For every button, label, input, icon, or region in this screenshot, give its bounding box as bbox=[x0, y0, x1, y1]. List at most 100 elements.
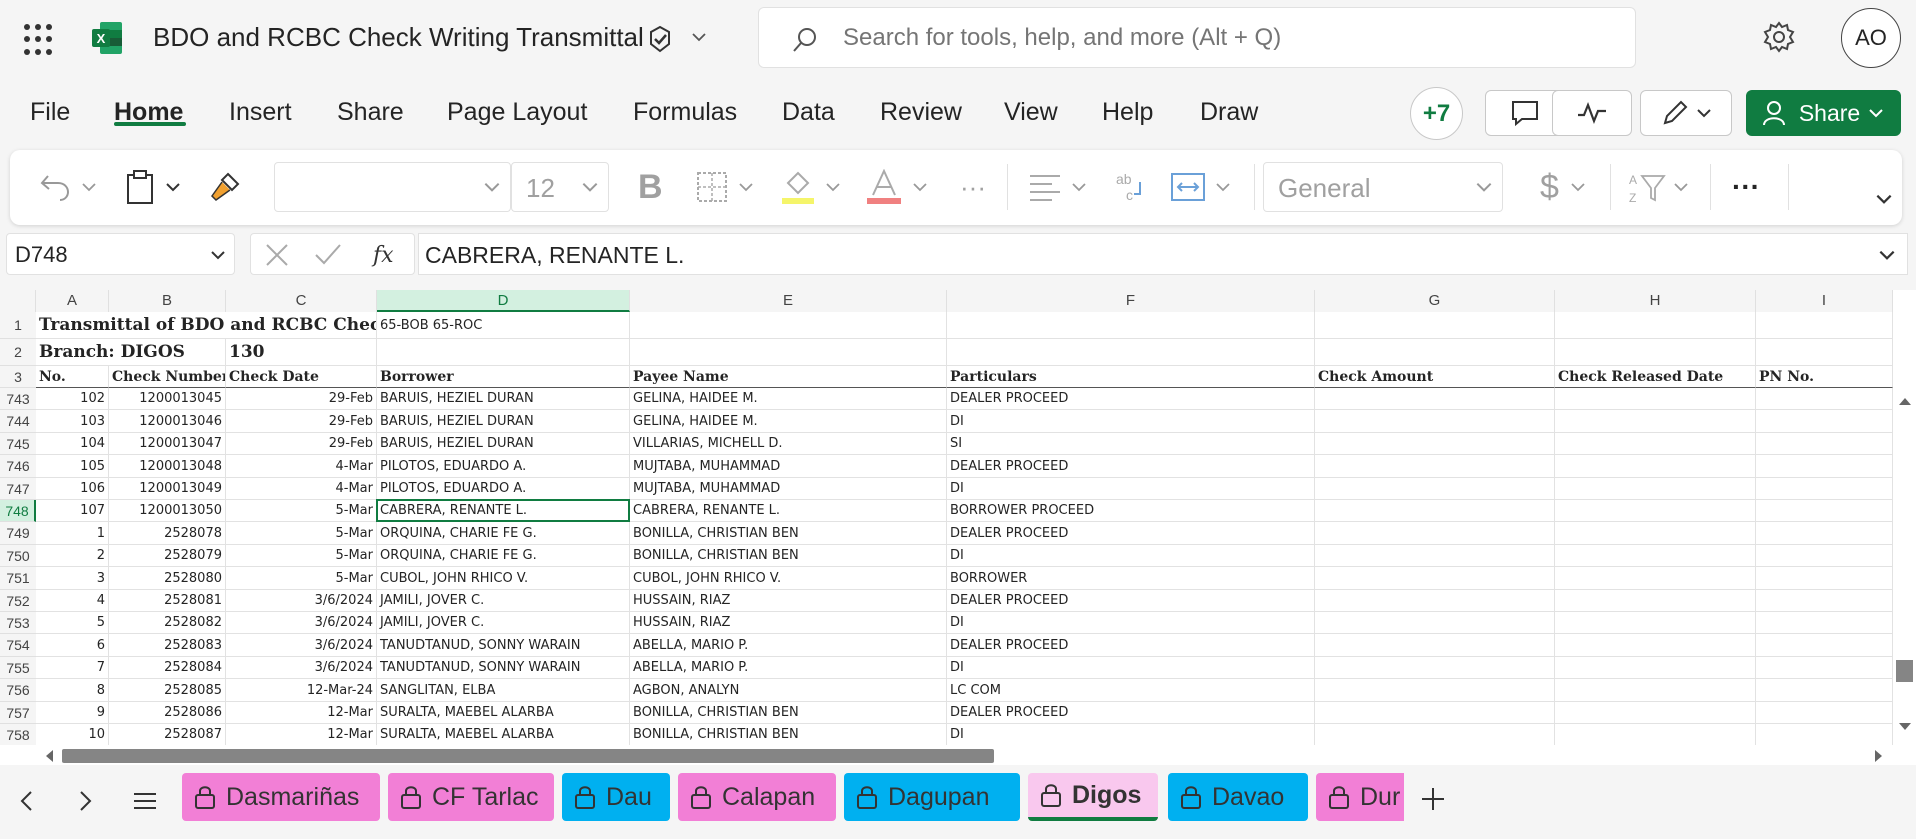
check-amount-cell[interactable] bbox=[1315, 410, 1555, 433]
particulars-cell[interactable]: DEALER PROCEED bbox=[947, 590, 1315, 612]
borrower-cell[interactable]: TANUDTANUD, SONNY WARAIN bbox=[377, 657, 630, 679]
column-header[interactable]: F bbox=[947, 290, 1315, 312]
search-input[interactable] bbox=[843, 22, 1603, 54]
released-date-cell[interactable] bbox=[1555, 590, 1756, 612]
check-date-cell[interactable]: 5-Mar bbox=[226, 522, 377, 545]
borrower-cell[interactable]: PILOTOS, EDUARDO A. bbox=[377, 455, 630, 478]
column-header[interactable]: G bbox=[1315, 290, 1555, 312]
scroll-right-icon[interactable] bbox=[1874, 749, 1884, 763]
tab-share[interactable]: Share bbox=[337, 98, 404, 127]
payee-cell[interactable]: BONILLA, CHRISTIAN BEN bbox=[630, 724, 947, 746]
check-number-cell[interactable]: 2528078 bbox=[109, 522, 226, 545]
pn-no-cell[interactable] bbox=[1756, 567, 1893, 590]
payee-cell[interactable]: MUJTABA, MUHAMMAD bbox=[630, 455, 947, 478]
format-painter-button[interactable] bbox=[208, 164, 242, 210]
borrower-cell[interactable]: SURALTA, MAEBEL ALARBA bbox=[377, 702, 630, 724]
row-header[interactable]: 751 bbox=[0, 567, 36, 590]
name-box[interactable]: D748 bbox=[6, 233, 235, 275]
payee-cell[interactable]: ABELLA, MARIO P. bbox=[630, 634, 947, 657]
branch-code-cell[interactable]: 130 bbox=[226, 339, 377, 366]
borrower-cell[interactable]: CUBOL, JOHN RHICO V. bbox=[377, 567, 630, 590]
particulars-cell[interactable]: DI bbox=[947, 545, 1315, 567]
row-header[interactable]: 3 bbox=[0, 366, 36, 388]
pn-no-cell[interactable] bbox=[1756, 679, 1893, 702]
check-amount-cell[interactable] bbox=[1315, 433, 1555, 455]
settings-gear-icon[interactable] bbox=[1762, 20, 1796, 54]
tab-file[interactable]: File bbox=[30, 98, 70, 127]
app-launcher-icon[interactable] bbox=[24, 24, 56, 56]
pn-no-cell[interactable] bbox=[1756, 702, 1893, 724]
released-date-cell[interactable] bbox=[1555, 410, 1756, 433]
empty-cell[interactable] bbox=[1315, 339, 1555, 366]
chevron-right-icon[interactable] bbox=[72, 788, 98, 814]
check-number-cell[interactable]: 2528087 bbox=[109, 724, 226, 746]
cancel-icon[interactable] bbox=[263, 241, 291, 269]
check-date-cell[interactable]: 3/6/2024 bbox=[226, 657, 377, 679]
particulars-cell[interactable]: DI bbox=[947, 657, 1315, 679]
search-box[interactable] bbox=[758, 7, 1636, 68]
share-button[interactable]: Share bbox=[1746, 90, 1901, 136]
pn-no-cell[interactable] bbox=[1756, 522, 1893, 545]
more-options-button[interactable]: ··· bbox=[1732, 164, 1760, 210]
column-title-cell[interactable]: Payee Name bbox=[630, 366, 947, 388]
currency-format-button[interactable]: $ bbox=[1540, 164, 1587, 210]
borders-button[interactable] bbox=[695, 164, 755, 210]
no-cell[interactable]: 105 bbox=[36, 455, 109, 478]
no-cell[interactable]: 3 bbox=[36, 567, 109, 590]
no-cell[interactable]: 1 bbox=[36, 522, 109, 545]
pn-no-cell[interactable] bbox=[1756, 590, 1893, 612]
tab-formulas[interactable]: Formulas bbox=[633, 98, 737, 127]
wrap-text-button[interactable]: ab c bbox=[1114, 164, 1148, 210]
check-amount-cell[interactable] bbox=[1315, 634, 1555, 657]
check-amount-cell[interactable] bbox=[1315, 522, 1555, 545]
particulars-cell[interactable]: LC COM bbox=[947, 679, 1315, 702]
released-date-cell[interactable] bbox=[1555, 388, 1756, 410]
empty-cell[interactable] bbox=[1756, 312, 1893, 339]
align-button[interactable] bbox=[1028, 164, 1088, 210]
no-cell[interactable]: 104 bbox=[36, 433, 109, 455]
spreadsheet-grid[interactable]: A B C D E F G H I 1 2 3 Transmittal of BDO and RCBC … bbox=[0, 290, 1916, 747]
document-title[interactable]: BDO and RCBC Check Writing Transmittal bbox=[153, 22, 644, 53]
check-number-cell[interactable]: 1200013046 bbox=[109, 410, 226, 433]
particulars-cell[interactable]: DI bbox=[947, 410, 1315, 433]
sheet-tab[interactable]: Dagupan bbox=[844, 773, 1020, 821]
borrower-cell[interactable]: BARUIS, HEZIEL DURAN bbox=[377, 410, 630, 433]
particulars-cell[interactable]: SI bbox=[947, 433, 1315, 455]
particulars-cell[interactable]: BORROWER bbox=[947, 567, 1315, 590]
pn-no-cell[interactable] bbox=[1756, 612, 1893, 634]
no-cell[interactable]: 4 bbox=[36, 590, 109, 612]
user-avatar[interactable]: AO bbox=[1841, 8, 1901, 68]
borrower-cell[interactable]: CABRERA, RENANTE L. bbox=[377, 500, 630, 522]
check-number-cell[interactable]: 2528082 bbox=[109, 612, 226, 634]
column-title-cell[interactable]: No. bbox=[36, 366, 109, 388]
borrower-cell[interactable]: PILOTOS, EDUARDO A. bbox=[377, 478, 630, 500]
particulars-cell[interactable]: DEALER PROCEED bbox=[947, 455, 1315, 478]
column-title-cell[interactable]: Particulars bbox=[947, 366, 1315, 388]
payee-cell[interactable]: GELINA, HAIDEE M. bbox=[630, 410, 947, 433]
check-amount-cell[interactable] bbox=[1315, 455, 1555, 478]
released-date-cell[interactable] bbox=[1555, 455, 1756, 478]
tab-help[interactable]: Help bbox=[1102, 98, 1153, 127]
row-header[interactable]: 756 bbox=[0, 679, 36, 702]
empty-cell[interactable] bbox=[630, 312, 947, 339]
check-date-cell[interactable]: 5-Mar bbox=[226, 545, 377, 567]
check-date-cell[interactable]: 5-Mar bbox=[226, 500, 377, 522]
borrower-cell[interactable]: BARUIS, HEZIEL DURAN bbox=[377, 388, 630, 410]
check-number-cell[interactable]: 2528086 bbox=[109, 702, 226, 724]
column-title-cell[interactable]: PN No. bbox=[1756, 366, 1893, 388]
row-header[interactable]: 749 bbox=[0, 522, 36, 545]
particulars-cell[interactable]: DEALER PROCEED bbox=[947, 522, 1315, 545]
released-date-cell[interactable] bbox=[1555, 724, 1756, 746]
check-date-cell[interactable]: 12-Mar-24 bbox=[226, 679, 377, 702]
insert-function-icon[interactable]: fx bbox=[371, 241, 399, 269]
pn-no-cell[interactable] bbox=[1756, 478, 1893, 500]
released-date-cell[interactable] bbox=[1555, 433, 1756, 455]
payee-cell[interactable]: BONILLA, CHRISTIAN BEN bbox=[630, 702, 947, 724]
font-name-select[interactable] bbox=[274, 162, 511, 212]
no-cell[interactable]: 5 bbox=[36, 612, 109, 634]
column-header[interactable]: H bbox=[1555, 290, 1756, 312]
check-amount-cell[interactable] bbox=[1315, 567, 1555, 590]
select-all-corner[interactable] bbox=[0, 290, 36, 312]
tab-insert[interactable]: Insert bbox=[229, 98, 292, 127]
tab-page-layout[interactable]: Page Layout bbox=[447, 98, 587, 127]
